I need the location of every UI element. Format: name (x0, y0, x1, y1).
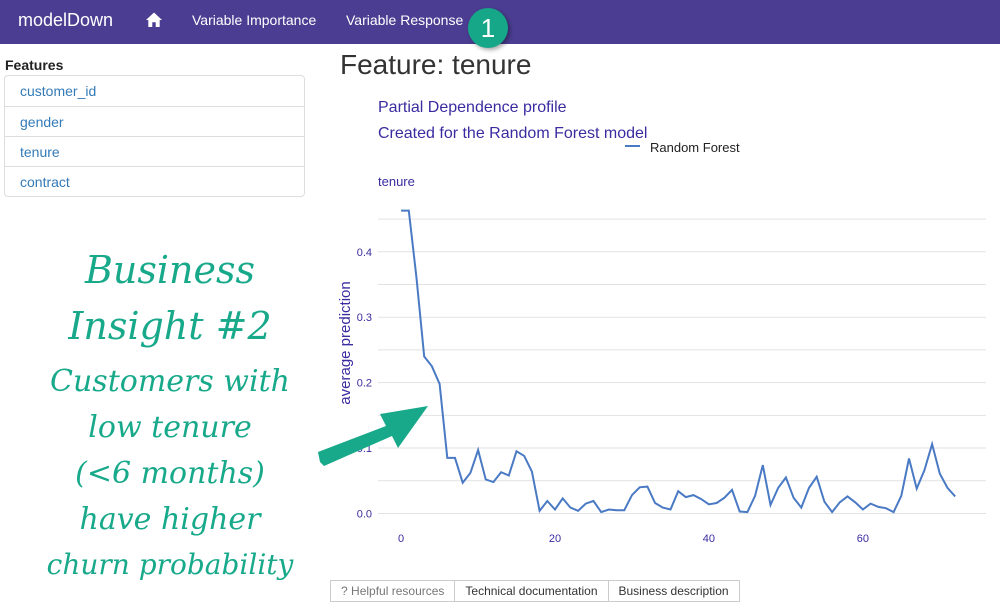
series-line-random-forest (401, 209, 956, 514)
y-axis-label: average prediction (337, 281, 354, 404)
x-tick-label: 60 (857, 533, 869, 545)
business-description-button[interactable]: Business description (607, 580, 740, 602)
y-tick-label: 0.0 (357, 508, 372, 520)
nav-link-variable-response[interactable]: Variable Response (346, 12, 463, 28)
insight-line: Insight #2 (68, 304, 272, 348)
features-heading: Features (5, 57, 64, 73)
y-tick-label: 0.2 (357, 378, 372, 390)
partial-dependence-chart: Partial Dependence profile Created for t… (337, 99, 986, 545)
legend-label[interactable]: Random Forest (650, 140, 740, 155)
helpful-resources-label: Helpful resources (351, 584, 445, 598)
chart-variable-label: tenure (378, 174, 415, 189)
home-icon[interactable] (145, 11, 163, 29)
insight-line: churn probability (46, 548, 294, 581)
insight-line: (<6 months) (75, 456, 265, 491)
feature-item-gender[interactable]: gender (5, 106, 304, 136)
help-icon: ? (341, 584, 348, 598)
chart-subtitle: Created for the Random Forest model (378, 125, 647, 142)
feature-item-contract[interactable]: contract (5, 166, 304, 196)
insight-line: Business (84, 248, 256, 292)
insight-line: Customers with (50, 364, 290, 399)
nav-link-variable-importance[interactable]: Variable Importance (192, 12, 316, 28)
x-tick-label: 0 (398, 533, 404, 545)
x-tick-label: 20 (549, 533, 561, 545)
feature-list: customer_id gender tenure contract (4, 75, 305, 197)
step-badge-1: 1 (468, 8, 508, 48)
insight-line: low tenure (88, 410, 252, 445)
feature-item-customer-id[interactable]: customer_id (5, 76, 304, 106)
resource-button-group: ? Helpful resources Technical documentat… (330, 580, 740, 602)
helpful-resources-button[interactable]: ? Helpful resources (330, 580, 456, 602)
insight-line: have higher (79, 502, 261, 537)
y-tick-label: 0.3 (357, 312, 372, 324)
feature-item-tenure[interactable]: tenure (5, 136, 304, 166)
brand-logo-text[interactable]: modelDown (18, 10, 113, 31)
y-tick-label: 0.4 (357, 247, 372, 259)
technical-documentation-button[interactable]: Technical documentation (454, 580, 609, 602)
x-tick-label: 40 (703, 533, 715, 545)
annotation-arrow-icon (318, 406, 428, 466)
page-title: Feature: tenure (340, 49, 532, 80)
chart-title: Partial Dependence profile (378, 99, 567, 116)
